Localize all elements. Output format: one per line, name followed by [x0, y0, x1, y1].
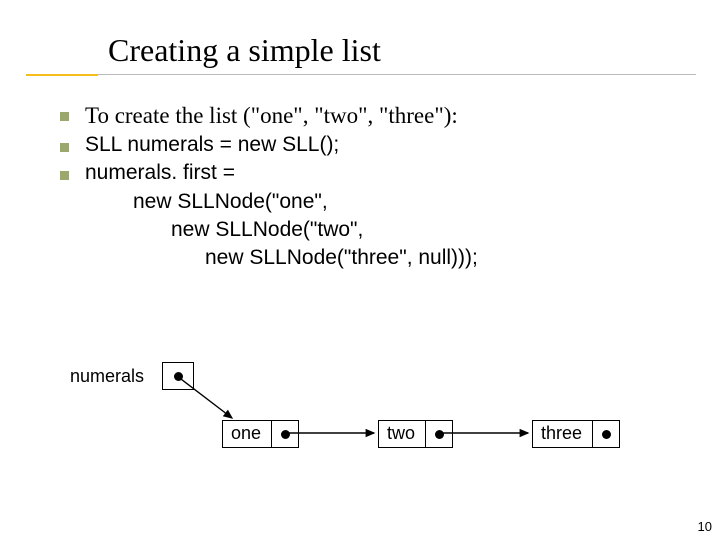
bullet-text: SLL numerals = new SLL();: [85, 131, 680, 159]
bullet-item: To create the list ("one", "two", "three…: [60, 100, 680, 131]
bullet-item: numerals. first = new SLLNode("one", new…: [60, 159, 680, 272]
content-area: To create the list ("one", "two", "three…: [60, 100, 680, 273]
bullet-item: SLL numerals = new SLL();: [60, 131, 680, 159]
page-number: 10: [698, 519, 712, 534]
title-accent: [26, 74, 98, 76]
title-underline: [26, 74, 696, 75]
title-bar: Creating a simple list: [0, 22, 720, 58]
code-line: new SLLNode("two",: [171, 216, 680, 244]
slide-title: Creating a simple list: [108, 32, 381, 69]
bullet-square-icon: [60, 171, 69, 180]
pointer-arrow-icon: [177, 376, 232, 418]
arrows-layer: [70, 362, 690, 482]
bullet-text: To create the list ("one", "two", "three…: [85, 100, 680, 131]
bullet-square-icon: [60, 143, 69, 152]
bullet-square-icon: [60, 112, 69, 121]
code-line: numerals. first =: [85, 159, 680, 187]
code-line: new SLLNode("three", null)));: [205, 244, 680, 272]
linked-list-diagram: numerals one two three: [70, 362, 690, 482]
code-line: new SLLNode("one",: [133, 188, 680, 216]
bullet-text: numerals. first = new SLLNode("one", new…: [85, 159, 680, 272]
